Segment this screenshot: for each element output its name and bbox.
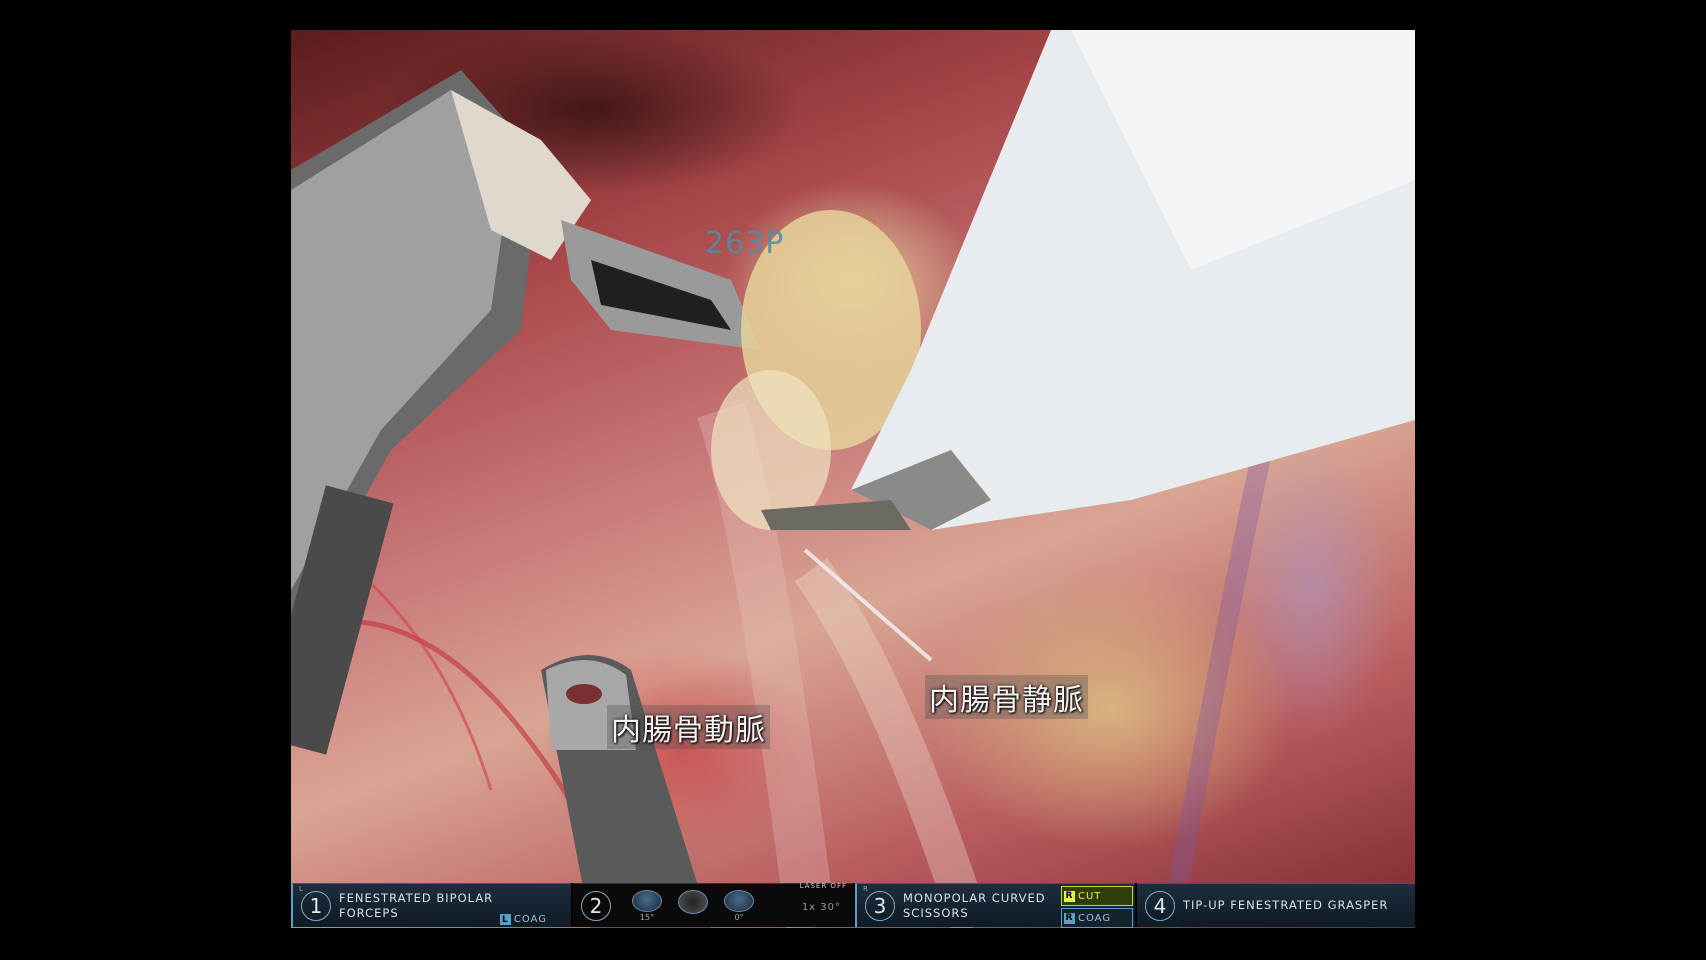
camera-angle-controls: 15° 0° — [631, 889, 755, 922]
instrument-name: MONOPOLAR CURVED SCISSORS — [903, 891, 1046, 921]
instrument-name-line1: TIP-UP FENESTRATED GRASPER — [1183, 898, 1389, 912]
surgical-scene — [291, 30, 1415, 928]
camera-left-degree: 15° — [639, 912, 655, 922]
arm-number: 1 — [301, 890, 331, 921]
surgical-video-view: 263P 内腸骨動脈 内腸骨静脈 — [291, 30, 1415, 928]
instrument-name: FENESTRATED BIPOLAR FORCEPS — [339, 891, 493, 921]
arm-number: 3 — [865, 890, 895, 921]
energy-label: COAG — [513, 914, 547, 925]
zoom-readout: 1x 30° — [801, 902, 841, 913]
instrument-panel-arm3[interactable]: R 3 MONOPOLAR CURVED SCISSORS R CUT R CO… — [855, 883, 1135, 928]
camera-panel-arm2[interactable]: 2 15° 0° LASER OFF 1x 30° — [573, 882, 853, 927]
instrument-name-line2: SCISSORS — [903, 905, 969, 920]
camera-right-degree: 0° — [734, 912, 744, 922]
energy-coag-indicator: R COAG — [1061, 908, 1133, 928]
energy-key: R — [1064, 890, 1075, 902]
energy-key: R — [1064, 912, 1075, 924]
camera-0deg-icon[interactable]: 0° — [723, 889, 755, 922]
camera-rotate-icon[interactable] — [677, 889, 709, 922]
arm-number: 2 — [581, 890, 611, 921]
instrument-name-line1: MONOPOLAR CURVED — [903, 890, 1046, 905]
arm-number: 4 — [1145, 890, 1175, 921]
arm-side-indicator: L — [299, 885, 303, 893]
energy-coag-label: COAG — [1078, 912, 1112, 924]
instrument-panel-arm1[interactable]: L 1 FENESTRATED BIPOLAR FORCEPS L COAG — [291, 883, 571, 927]
instrument-name-line2: FORCEPS — [339, 905, 399, 920]
energy-coag-indicator: L COAG — [499, 914, 547, 925]
energy-cut-indicator: R CUT — [1061, 886, 1133, 906]
video-id-label: 263P — [705, 226, 785, 261]
instrument-panel-arm4[interactable]: 4 TIP-UP FENESTRATED GRASPER — [1137, 883, 1415, 927]
energy-key: L — [499, 914, 511, 925]
camera-15deg-icon[interactable]: 15° — [631, 889, 663, 922]
label-internal-iliac-artery: 内腸骨動脈 — [607, 705, 770, 749]
instrument-name: TIP-UP FENESTRATED GRASPER — [1183, 898, 1388, 913]
energy-cut-label: CUT — [1078, 890, 1102, 902]
arm-side-indicator: R — [863, 885, 868, 893]
label-internal-iliac-vein: 内腸骨静脈 — [925, 675, 1088, 719]
instrument-status-bar: L 1 FENESTRATED BIPOLAR FORCEPS L COAG 2… — [291, 882, 1415, 928]
energy-mode-box: R CUT R COAG — [1061, 886, 1133, 928]
laser-status: LASER OFF — [799, 882, 847, 890]
instrument-name-line1: FENESTRATED BIPOLAR — [339, 890, 494, 905]
